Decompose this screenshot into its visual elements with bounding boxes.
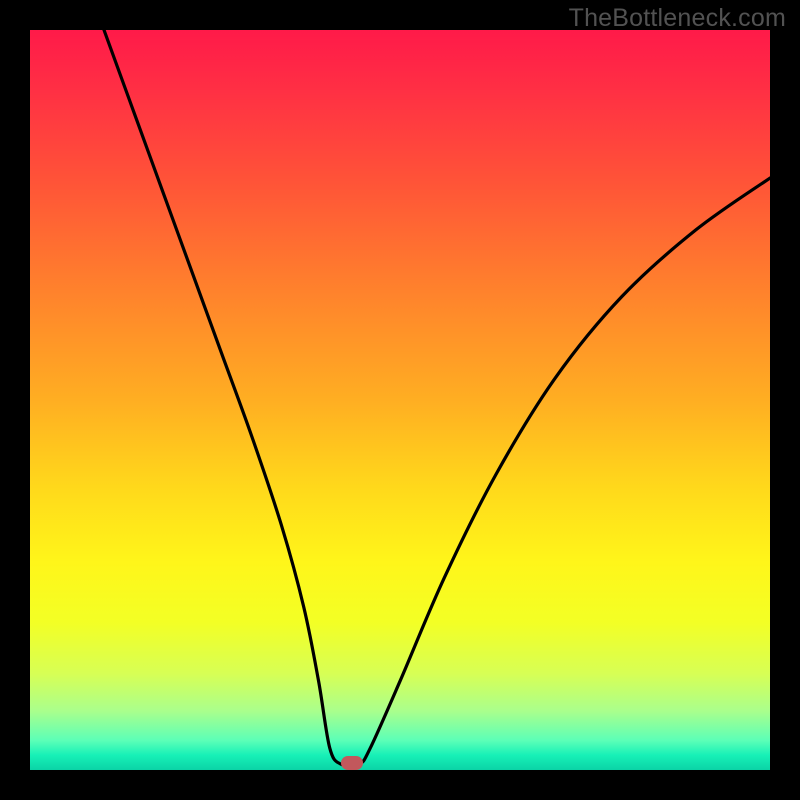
plot-area [30, 30, 770, 770]
optimal-point-marker [341, 756, 363, 770]
watermark-label: TheBottleneck.com [569, 4, 786, 33]
bottleneck-curve [30, 30, 770, 770]
chart-frame: TheBottleneck.com [0, 0, 800, 800]
